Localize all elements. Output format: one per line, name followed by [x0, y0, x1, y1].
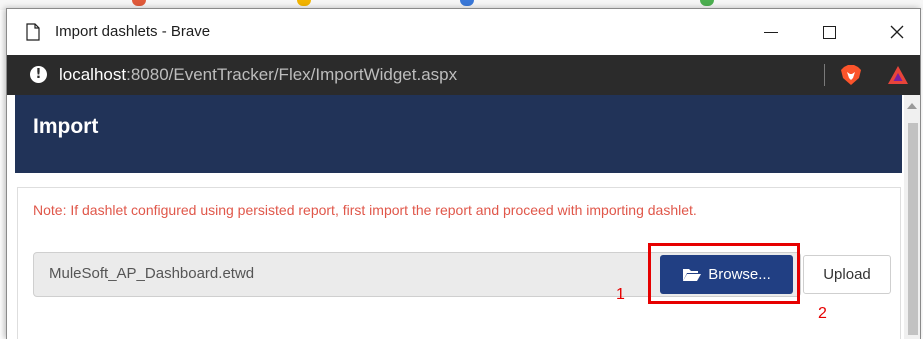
url-text[interactable]: localhost:8080/EventTracker/Flex/ImportW…	[59, 65, 457, 85]
url-path: :8080/EventTracker/Flex/ImportWidget.asp…	[126, 65, 458, 84]
browser-popup-window: Import dashlets - Brave ! localhost:8080…	[6, 8, 921, 339]
close-button[interactable]	[875, 17, 919, 47]
brave-lion-icon[interactable]	[840, 64, 862, 86]
address-bar[interactable]: ! localhost:8080/EventTracker/Flex/Impor…	[7, 55, 920, 95]
maximize-button[interactable]	[807, 17, 851, 47]
url-host: localhost	[59, 65, 127, 84]
scrollbar-thumb[interactable]	[908, 123, 918, 335]
desktop-icon-fragment	[297, 0, 311, 6]
desktop-icon-fragment	[700, 0, 714, 6]
page-title: Import	[33, 115, 99, 138]
info-icon[interactable]: !	[30, 66, 47, 83]
close-icon	[890, 25, 904, 39]
vertical-scrollbar[interactable]	[904, 95, 920, 339]
upload-button[interactable]: Upload	[803, 255, 891, 294]
desktop-icon-fragment	[460, 0, 474, 6]
import-panel: Note: If dashlet configured using persis…	[17, 187, 901, 339]
minimize-icon	[764, 31, 778, 33]
annotation-highlight-box	[648, 243, 800, 304]
import-note: Note: If dashlet configured using persis…	[33, 202, 697, 218]
window-title: Import dashlets - Brave	[55, 23, 211, 40]
scroll-up-arrow-icon[interactable]	[907, 103, 917, 109]
annotation-step-1: 1	[616, 286, 625, 303]
brave-rewards-icon[interactable]	[887, 65, 909, 85]
title-bar[interactable]: Import dashlets - Brave	[7, 9, 920, 55]
annotation-step-2: 2	[818, 305, 827, 322]
upload-button-label: Upload	[823, 266, 871, 283]
address-bar-divider	[824, 64, 825, 86]
selected-file-name: MuleSoft_AP_Dashboard.etwd	[49, 265, 255, 282]
desktop-icon-fragment	[132, 0, 146, 6]
import-header: Import	[15, 95, 902, 173]
document-icon	[26, 23, 40, 41]
page-content: Import Note: If dashlet configured using…	[7, 95, 920, 339]
maximize-icon	[822, 25, 836, 39]
minimize-button[interactable]	[749, 17, 793, 47]
